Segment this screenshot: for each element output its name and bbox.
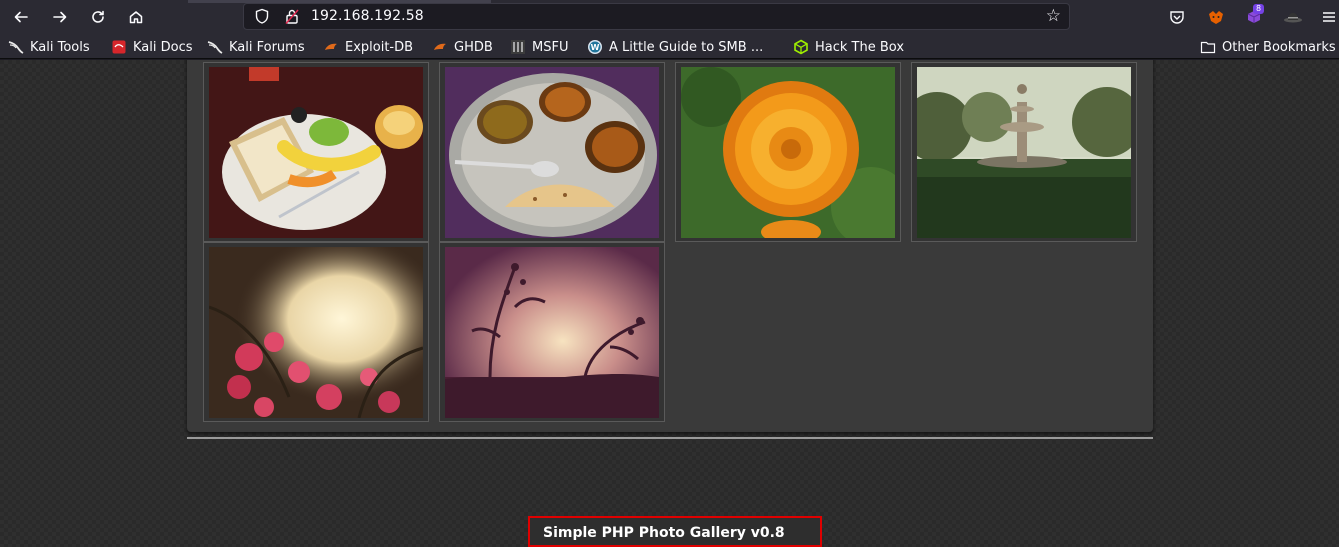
folder-icon <box>1200 41 1216 54</box>
bookmark-label: Kali Tools <box>30 39 90 55</box>
orange-flower-photo <box>681 67 895 238</box>
hat-extension-icon[interactable] <box>1283 7 1303 27</box>
gallery-thumbnail[interactable] <box>911 62 1137 242</box>
foxyproxy-icon[interactable] <box>1206 7 1226 27</box>
kali-dragon-icon <box>8 41 24 54</box>
page-viewport: Simple PHP Photo Gallery v0.8 <box>0 60 1339 547</box>
gallery-version-footer: Simple PHP Photo Gallery v0.8 <box>528 516 822 547</box>
thali-plate-photo <box>445 67 659 238</box>
bookmark-kali-forums[interactable]: Kali Forums <box>207 38 305 56</box>
bookmark-star-icon[interactable]: ☆ <box>1046 6 1061 26</box>
msfu-icon <box>511 40 525 54</box>
url-text[interactable]: 192.168.192.58 <box>311 8 424 24</box>
shield-icon[interactable] <box>254 8 270 25</box>
breakfast-plate-photo <box>209 67 423 238</box>
reload-button[interactable] <box>86 5 110 29</box>
other-bookmarks-label: Other Bookmarks <box>1222 39 1336 55</box>
gallery-thumbnail[interactable] <box>675 62 901 242</box>
plant-silhouette-sunset-photo <box>445 247 659 418</box>
garden-fountain-photo <box>917 67 1131 238</box>
bookmark-label: Kali Forums <box>229 39 305 55</box>
bookmark-exploit-db[interactable]: Exploit-DB <box>323 38 413 56</box>
content-divider <box>187 437 1153 439</box>
bookmark-kali-docs[interactable]: Kali Docs <box>111 38 193 56</box>
insecure-lock-icon[interactable] <box>284 8 300 25</box>
bookmark-label: A Little Guide to SMB ... <box>609 39 764 55</box>
svg-text:W: W <box>591 43 600 52</box>
reload-icon <box>92 10 104 23</box>
bookmark-label: Hack The Box <box>815 39 905 55</box>
gallery-thumbnail[interactable] <box>203 62 429 242</box>
kali-dragon-icon <box>207 41 223 54</box>
gallery-version-label: Simple PHP Photo Gallery v0.8 <box>543 525 785 541</box>
exploit-db-icon <box>325 43 337 50</box>
pink-flowers-sunset-photo <box>209 247 423 418</box>
bookmark-smb-guide[interactable]: W A Little Guide to SMB ... <box>587 38 763 56</box>
bookmark-label: Kali Docs <box>133 39 193 55</box>
forward-button[interactable] <box>48 5 72 29</box>
kali-docs-icon <box>112 40 126 54</box>
gallery-thumbnail[interactable] <box>439 242 665 422</box>
gallery-panel <box>187 60 1153 432</box>
bookmark-hack-the-box[interactable]: Hack The Box <box>793 38 904 56</box>
wordpress-icon: W <box>588 40 602 54</box>
menu-icon[interactable] <box>1319 7 1339 27</box>
home-button[interactable] <box>124 5 148 29</box>
bookmark-label: Exploit-DB <box>345 39 414 55</box>
bookmarks-bar: Kali Tools Kali Docs Kali Forums Exploit… <box>0 34 1339 59</box>
other-bookmarks-folder[interactable]: Other Bookmarks <box>1200 38 1336 56</box>
url-bar[interactable]: 192.168.192.58 ☆ <box>243 3 1070 30</box>
pocket-icon[interactable] <box>1167 7 1187 27</box>
bookmark-label: MSFU <box>532 39 569 55</box>
arrow-right-icon <box>53 11 67 23</box>
extension-badge: 8 <box>1253 4 1265 14</box>
bookmark-ghdb[interactable]: GHDB <box>432 38 493 56</box>
home-icon <box>129 11 143 24</box>
bookmark-kali-tools[interactable]: Kali Tools <box>8 38 90 56</box>
ghdb-icon <box>434 43 446 50</box>
hackthebox-icon <box>794 39 808 55</box>
gallery-thumbnail[interactable] <box>203 242 429 422</box>
browser-toolbar: 192.168.192.58 ☆ 8 <box>0 0 1339 34</box>
bookmark-msfu[interactable]: MSFU <box>510 38 568 56</box>
bookmark-label: GHDB <box>454 39 493 55</box>
back-button[interactable] <box>9 5 33 29</box>
arrow-left-icon <box>14 11 28 23</box>
gallery-thumbnail[interactable] <box>439 62 665 242</box>
